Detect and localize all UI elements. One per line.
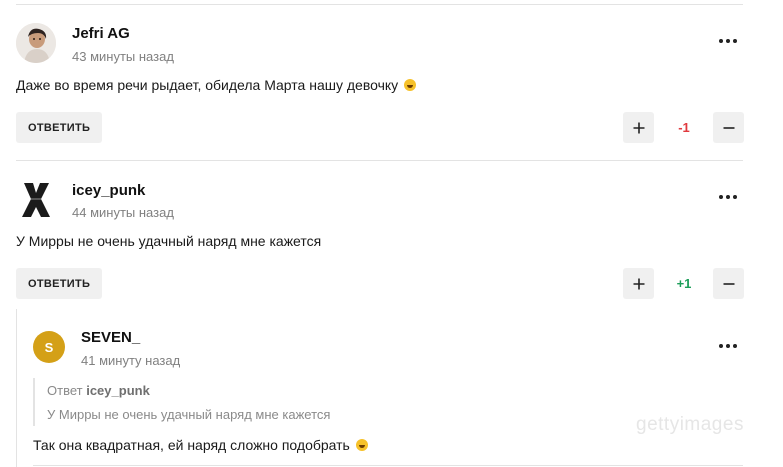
- reply-to-header: Ответ icey_punk: [47, 383, 150, 398]
- minus-icon: [723, 126, 734, 129]
- comment-time: 41 минуту назад: [81, 353, 181, 368]
- bottom-divider: [33, 465, 743, 466]
- more-options-button[interactable]: [714, 336, 742, 356]
- grinning-emoji-icon: [355, 439, 368, 451]
- comment-time: 43 минуты назад: [72, 49, 174, 64]
- downvote-button[interactable]: [713, 112, 744, 143]
- upvote-button[interactable]: [623, 268, 654, 299]
- quoted-text: У Мирры не очень удачный наряд мне кажет…: [47, 407, 331, 422]
- plus-icon: [633, 122, 644, 133]
- top-divider: [16, 4, 743, 5]
- vote-score: +1: [676, 276, 692, 291]
- avatar[interactable]: [16, 23, 56, 63]
- comment-text: Так она квадратная, ей наряд сложно подо…: [33, 437, 368, 453]
- watermark: gettyimages: [636, 414, 744, 435]
- plus-icon: [633, 278, 644, 289]
- more-dots-icon: [719, 344, 723, 348]
- comment-text: У Мирры не очень удачный наряд мне кажет…: [16, 233, 322, 249]
- thread-line: [16, 309, 17, 467]
- reply-to-author[interactable]: icey_punk: [86, 383, 150, 398]
- reply-button[interactable]: ОТВЕТИТЬ: [16, 112, 103, 143]
- reply-button[interactable]: ОТВЕТИТЬ: [16, 268, 103, 299]
- comment-divider: [16, 160, 743, 161]
- upvote-button[interactable]: [623, 112, 654, 143]
- comment-author[interactable]: Jefri AG: [72, 25, 130, 42]
- downvote-button[interactable]: [713, 268, 744, 299]
- more-options-button[interactable]: [714, 31, 742, 51]
- reply-quote[interactable]: Ответ icey_punk У Мирры не очень удачный…: [33, 378, 333, 426]
- minus-icon: [723, 282, 734, 285]
- comment-author[interactable]: icey_punk: [72, 182, 145, 199]
- comment-text: Даже во время речи рыдает, обидела Марта…: [16, 77, 417, 93]
- comment-author[interactable]: SEVEN_: [81, 329, 140, 346]
- grinning-emoji-icon: [404, 79, 417, 91]
- more-dots-icon: [719, 39, 723, 43]
- avatar-letter: S: [44, 339, 54, 355]
- comment-time: 44 минуты назад: [72, 205, 174, 220]
- vote-score: -1: [678, 120, 690, 135]
- avatar[interactable]: S: [33, 331, 65, 363]
- avatar[interactable]: [16, 179, 56, 219]
- more-options-button[interactable]: [714, 187, 742, 207]
- more-dots-icon: [719, 195, 723, 199]
